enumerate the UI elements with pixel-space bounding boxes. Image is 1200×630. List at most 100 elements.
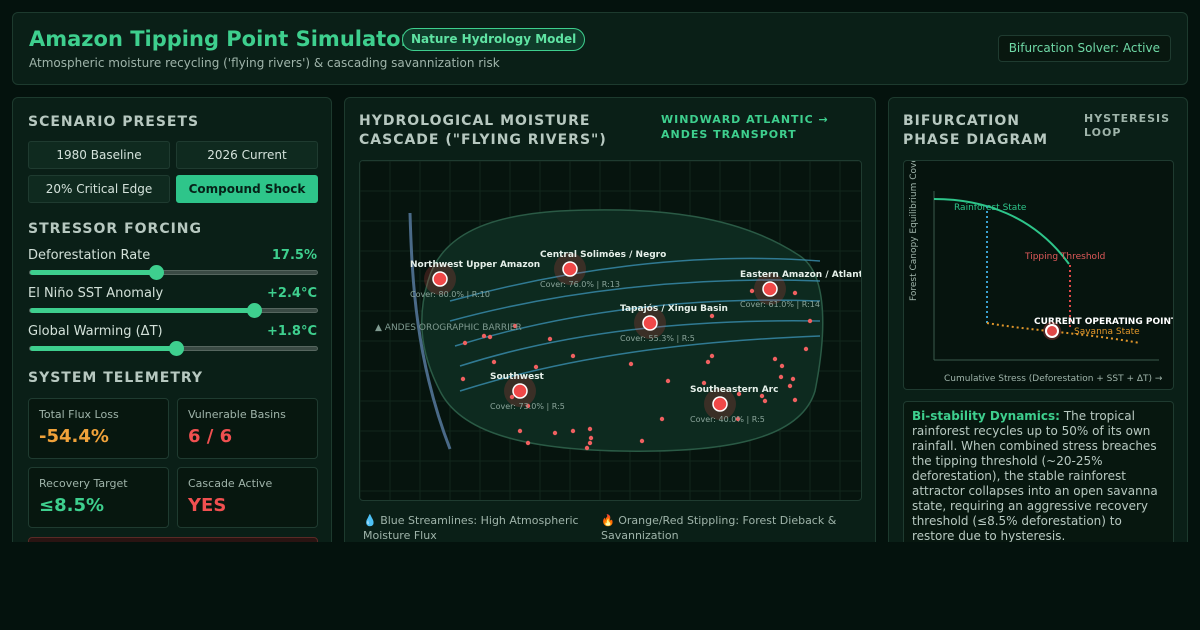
basin-name: Southeastern Arc	[690, 385, 778, 395]
cascade-subtitle: WINDWARD ATLANTIC → ANDES TRANSPORT	[661, 113, 829, 141]
stressor-slider-3[interactable]	[29, 341, 318, 356]
phase-subtitle: HYSTERESIS LOOP	[1084, 112, 1171, 139]
app-title: Amazon Tipping Point Simulator	[29, 27, 411, 51]
dieback-stipple	[487, 334, 493, 340]
dieback-stipple	[787, 383, 793, 389]
slider-label-2: El Niño SST Anomaly	[28, 286, 164, 301]
stressor-slider-1[interactable]	[29, 265, 318, 280]
basin-stats: Cover: 73.0% | R:5	[490, 402, 565, 411]
telemetry-label: Cascade Active	[188, 477, 273, 490]
phase-diagram-canvas: Forest Canopy Equilibrium Cover Cumulati…	[909, 161, 1173, 384]
rainforest-state-label: Rainforest State	[954, 203, 1027, 213]
dynamics-explanation: Bi-stability Dynamics: The tropical rain…	[903, 401, 1174, 551]
dieback-stipple	[772, 356, 778, 362]
presets-title: SCENARIO PRESETS	[28, 114, 200, 130]
telemetry-value: ≤8.5%	[39, 495, 105, 516]
moisture-map-canvas: ▲ ANDES OROGRAPHIC BARRIER Northwest Upp…	[360, 161, 862, 500]
dieback-stipple	[792, 290, 798, 296]
basin-name: Southwest	[490, 372, 545, 382]
basin-stats: Cover: 76.0% | R:13	[540, 280, 620, 289]
phase-title: BIFURCATION PHASE DIAGRAM	[903, 113, 1049, 148]
app-subtitle: Atmospheric moisture recycling ('flying …	[29, 56, 500, 70]
cascade-panel: HYDROLOGICAL MOISTURE CASCADE ("FLYING R…	[344, 97, 876, 557]
preset-button-4[interactable]: Compound Shock	[176, 175, 318, 203]
telemetry-label: Recovery Target	[39, 477, 128, 490]
x-axis-label: Cumulative Stress (Deforestation + SST +…	[944, 374, 1163, 384]
stressors-title: STRESSOR FORCING	[28, 221, 203, 237]
telemetry-title: SYSTEM TELEMETRY	[28, 370, 204, 386]
basin-stats: Cover: 61.0% | R:14	[740, 300, 820, 309]
dieback-stipple	[778, 374, 784, 380]
basin-marker	[762, 281, 778, 297]
telemetry-card-4: Cascade Active YES	[177, 467, 318, 528]
dieback-stipple	[639, 438, 645, 444]
telemetry-card-3: Recovery Target ≤8.5%	[28, 467, 169, 528]
slider-thumb[interactable]	[246, 303, 262, 318]
dieback-stipple	[533, 364, 539, 370]
basin-name: Central Solimões / Negro	[540, 250, 666, 260]
slider-value-2: +2.4°C	[267, 286, 317, 301]
dieback-stipple	[570, 428, 576, 434]
dieback-stipple	[665, 378, 671, 384]
basin-name: Tapajós / Xingu Basin	[620, 303, 728, 314]
dieback-stipple	[588, 435, 594, 441]
dieback-stipple	[587, 440, 593, 446]
basin-marker	[562, 261, 578, 277]
slider-label-1: Deforestation Rate	[28, 248, 151, 263]
dynamics-heading: Bi-stability Dynamics:	[912, 409, 1060, 423]
dieback-stipple	[570, 353, 576, 359]
slider-fill	[30, 308, 254, 313]
basin-marker	[512, 383, 528, 399]
dieback-stipple	[584, 445, 590, 451]
telemetry-value: YES	[188, 495, 227, 516]
telemetry-card-1: Total Flux Loss -54.4%	[28, 398, 169, 459]
dynamics-text: The tropical rainforest recycles up to 5…	[912, 409, 1158, 543]
moisture-map: ▲ ANDES OROGRAPHIC BARRIER Northwest Upp…	[359, 160, 862, 501]
dieback-stipple	[491, 359, 497, 365]
dieback-stipple	[709, 353, 715, 359]
y-axis-label: Forest Canopy Equilibrium Cover	[909, 161, 919, 301]
slider-fill	[30, 270, 157, 275]
phase-panel: BIFURCATION PHASE DIAGRAM HYSTERESIS LOO…	[888, 97, 1188, 557]
basin-name: Northwest Upper Amazon	[410, 260, 540, 270]
telemetry-card-2: Vulnerable Basins 6 / 6	[177, 398, 318, 459]
basin-name: Eastern Amazon / Atlantic	[740, 270, 862, 280]
dieback-stipple	[628, 361, 634, 367]
dieback-stipple	[659, 416, 665, 422]
dieback-stipple	[481, 333, 487, 339]
fire-icon: 🔥	[601, 514, 615, 527]
dieback-stipple	[779, 363, 785, 369]
andes-label: ▲ ANDES OROGRAPHIC BARRIER	[375, 323, 522, 333]
dieback-stipple	[517, 428, 523, 434]
app-header: Amazon Tipping Point Simulator Nature Hy…	[12, 12, 1188, 85]
preset-button-2[interactable]: 2026 Current	[176, 141, 318, 169]
basin-stats: Cover: 40.0% | R:5	[690, 415, 765, 424]
preset-button-1[interactable]: 1980 Baseline	[28, 141, 170, 169]
slider-value-3: +1.8°C	[267, 324, 317, 339]
slider-label-3: Global Warming (ΔT)	[28, 324, 163, 339]
dieback-stipple	[587, 426, 593, 432]
viewport-bottom	[0, 542, 1200, 630]
droplet-icon: 💧	[363, 514, 377, 527]
control-panel: SCENARIO PRESETS 1980 Baseline 2026 Curre…	[12, 97, 332, 557]
basin-marker	[432, 271, 448, 287]
slider-thumb[interactable]	[149, 265, 165, 280]
dieback-stipple	[792, 397, 798, 403]
cascade-title: HYDROLOGICAL MOISTURE CASCADE ("FLYING R…	[359, 113, 607, 148]
basin-marker	[712, 396, 728, 412]
telemetry-value: -54.4%	[39, 426, 109, 447]
dieback-stipple	[709, 313, 715, 319]
model-badge: Nature Hydrology Model	[402, 28, 586, 51]
slider-fill	[30, 346, 177, 351]
slider-value-1: 17.5%	[271, 248, 317, 263]
telemetry-label: Total Flux Loss	[39, 408, 119, 421]
basin-stats: Cover: 80.0% | R:10	[410, 290, 490, 299]
slider-thumb[interactable]	[169, 341, 185, 356]
telemetry-label: Vulnerable Basins	[188, 408, 286, 421]
tipping-threshold-label: Tipping Threshold	[1024, 252, 1105, 262]
stressor-slider-2[interactable]	[29, 303, 318, 318]
basin-marker	[642, 315, 658, 331]
dieback-stipple	[460, 376, 466, 382]
preset-button-3[interactable]: 20% Critical Edge	[28, 175, 170, 203]
dieback-stipple	[462, 340, 468, 346]
